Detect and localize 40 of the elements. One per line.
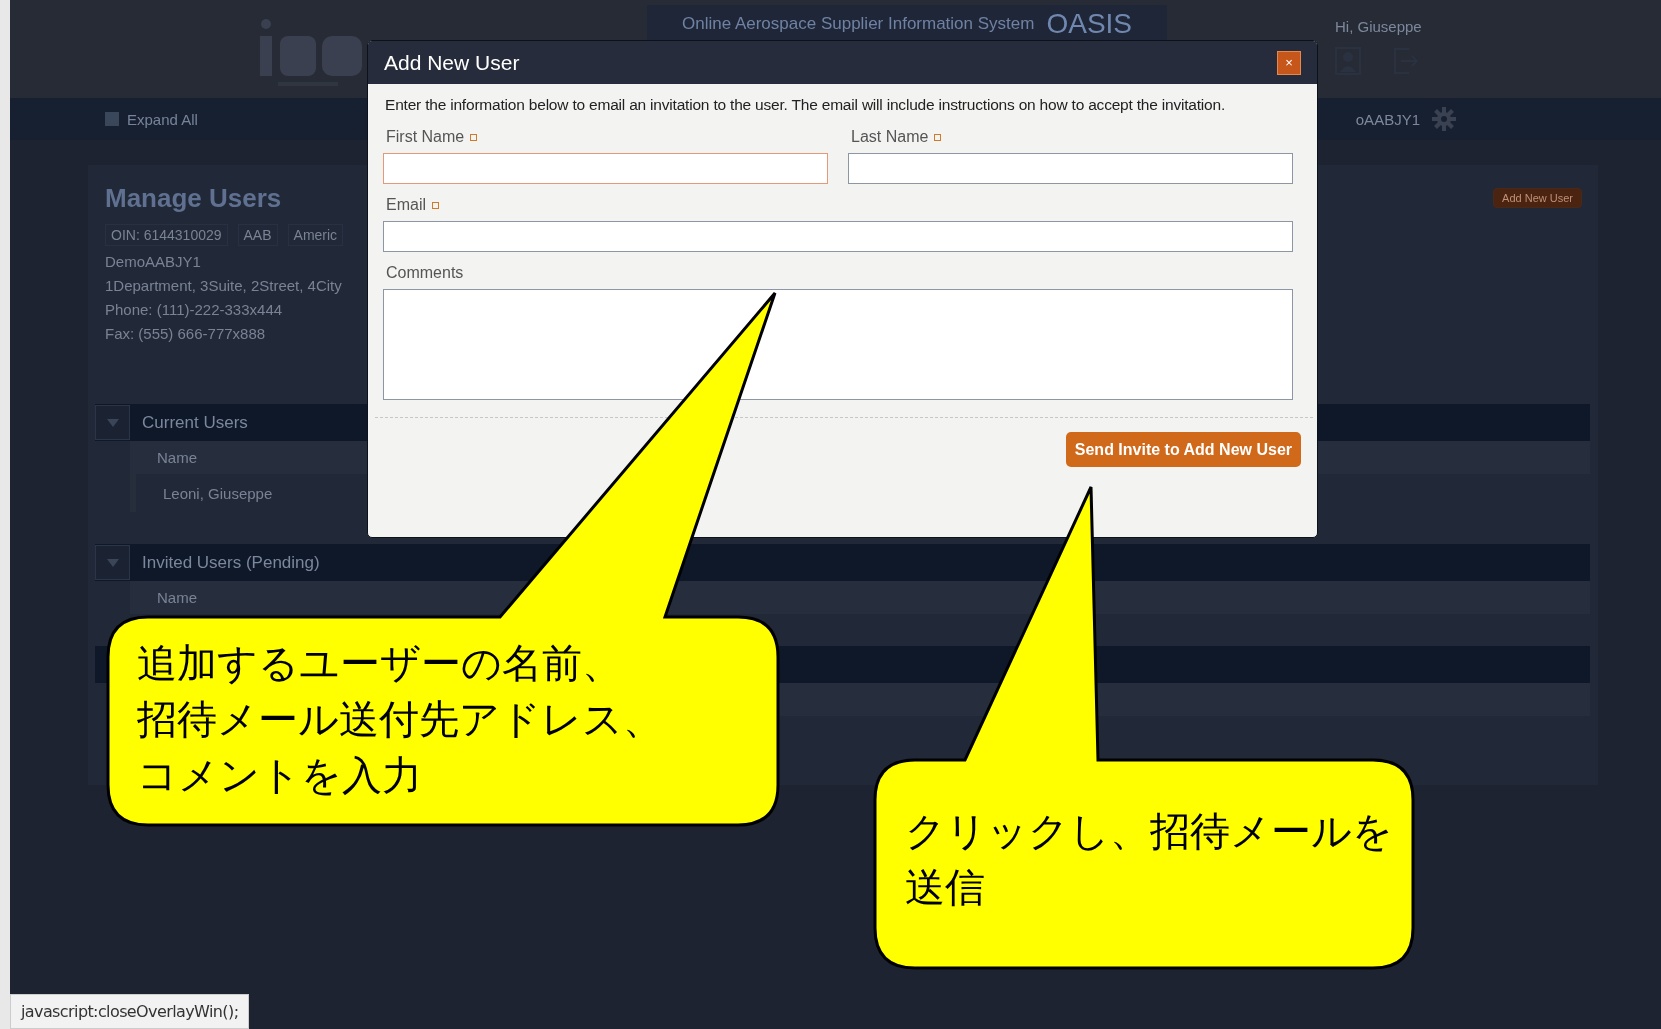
info-tag: OIN: 6144310029 <box>105 224 228 246</box>
add-new-user-button[interactable]: Add New User <box>1493 188 1582 208</box>
account-name[interactable]: oAABJY1 <box>1355 110 1420 128</box>
section-title: Current Users <box>142 412 248 433</box>
company-detail: 1Department, 3Suite, 2Street, 4City <box>105 276 343 296</box>
status-bar: javascript:closeOverlayWin(); <box>10 994 250 1029</box>
comments-field[interactable] <box>383 289 1293 400</box>
input-field[interactable] <box>848 153 1293 184</box>
user-greeting: Hi, Giuseppe <box>1335 18 1422 35</box>
expand-all-link[interactable]: Expand All <box>105 110 198 128</box>
send-invite-button[interactable]: Send Invite to Add New User <box>1065 432 1301 467</box>
company-detail: DemoAABJY1 <box>105 252 202 272</box>
system-title: Online Aerospace Supplier Information System <box>681 13 1035 34</box>
page-title: Manage Users <box>105 182 282 214</box>
instruction-text: Enter the information below to email an invitation to the user. The email will include instructions on how to accept the invitation. <box>385 96 1227 114</box>
input-field[interactable] <box>383 221 1293 252</box>
brand-name: OASIS <box>1046 7 1133 40</box>
close-button[interactable]: × <box>1277 50 1301 75</box>
field-label: First Name <box>386 128 465 146</box>
callout-text: 送信 <box>905 863 985 912</box>
company-detail: Fax: (555) 666-777x888 <box>105 324 267 344</box>
dialog-title: Add New User <box>384 50 520 75</box>
input-field[interactable] <box>383 153 828 184</box>
field-label: Comments <box>386 264 464 282</box>
square-icon <box>105 112 119 126</box>
callout-text: コメントを入力 <box>137 751 422 800</box>
field-label: Last Name <box>851 128 929 146</box>
column-label: Name <box>157 449 197 466</box>
column-label: Name <box>157 589 197 606</box>
callout-text: クリックし、招待メールを <box>905 807 1393 856</box>
settings-icon[interactable] <box>1432 107 1456 131</box>
section-title: Invited Users (Pending) <box>142 552 320 573</box>
info-tag: AAB <box>237 224 278 246</box>
company-detail: Phone: (111)-222-333x444 <box>105 300 284 320</box>
callout-text: 追加するユーザーの名前、 <box>137 639 622 688</box>
info-tag: Americ <box>287 224 344 246</box>
toggle-button[interactable] <box>95 545 130 580</box>
field-label: Email <box>386 196 426 214</box>
callout-text: 招待メール送付先アドレス、 <box>137 695 663 744</box>
toggle-button[interactable] <box>95 405 130 440</box>
